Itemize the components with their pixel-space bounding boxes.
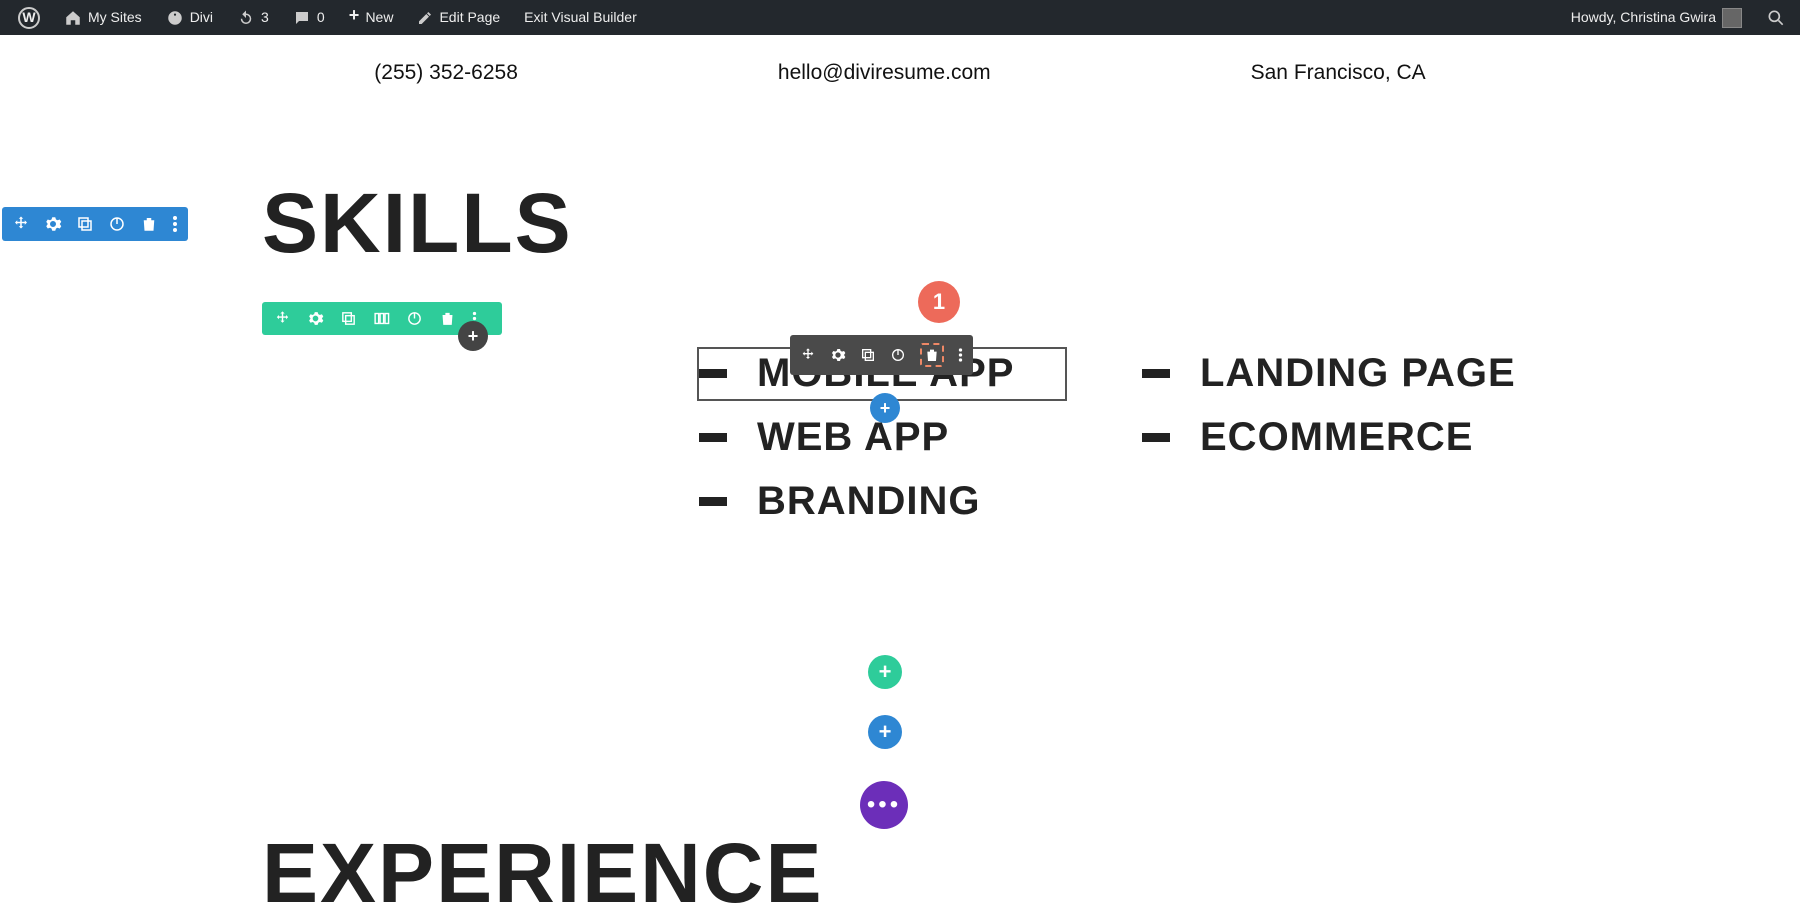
search-button[interactable] (1760, 0, 1792, 35)
dash-icon (1142, 369, 1170, 378)
comment-icon (293, 9, 311, 27)
wordpress-icon: W (18, 7, 40, 29)
site-label: Divi (190, 0, 213, 35)
skill-item[interactable]: WEB APP (699, 415, 949, 460)
page-content: (255) 352-6258 hello@diviresume.com San … (0, 35, 1800, 335)
my-sites-label: My Sites (88, 0, 142, 35)
gear-icon[interactable] (307, 310, 324, 327)
more-icon[interactable] (172, 215, 178, 233)
section-toolbar[interactable] (2, 207, 188, 241)
power-icon[interactable] (108, 215, 126, 233)
duplicate-icon[interactable] (76, 215, 94, 233)
avatar (1722, 8, 1742, 28)
duplicate-icon[interactable] (860, 347, 876, 363)
contact-row: (255) 352-6258 hello@diviresume.com San … (0, 55, 1800, 175)
gear-icon[interactable] (44, 215, 62, 233)
skill-label: ECOMMERCE (1200, 415, 1473, 460)
comments-count: 0 (317, 0, 325, 35)
new-label: New (365, 0, 393, 35)
gear-icon[interactable] (830, 347, 846, 363)
experience-heading: EXPERIENCE (262, 825, 824, 922)
move-icon[interactable] (12, 215, 30, 233)
skill-item[interactable]: LANDING PAGE (1142, 351, 1516, 396)
dash-icon (699, 433, 727, 442)
row-toolbar[interactable]: + (262, 302, 502, 335)
trash-icon[interactable] (920, 343, 944, 367)
skills-heading: SKILLS (262, 175, 1800, 272)
skill-label: LANDING PAGE (1200, 351, 1516, 396)
howdy-menu[interactable]: Howdy, Christina Gwira (1561, 0, 1752, 35)
divi-options-fab[interactable]: ••• (860, 781, 908, 829)
exit-vb-label: Exit Visual Builder (524, 0, 637, 35)
search-icon (1766, 8, 1786, 28)
skill-item[interactable]: BRANDING (699, 479, 981, 524)
columns-icon[interactable] (373, 310, 390, 327)
dash-icon (699, 497, 727, 506)
module-toolbar[interactable] (790, 335, 973, 375)
comments-menu[interactable]: 0 (283, 0, 335, 35)
new-menu[interactable]: + New (339, 0, 404, 35)
trash-icon[interactable] (439, 310, 456, 327)
location-text: San Francisco, CA (1251, 61, 1426, 85)
email-text: hello@diviresume.com (778, 61, 991, 85)
wp-logo[interactable]: W (8, 0, 50, 35)
trash-icon[interactable] (140, 215, 158, 233)
duplicate-icon[interactable] (340, 310, 357, 327)
skill-item[interactable]: ECOMMERCE (1142, 415, 1473, 460)
howdy-label: Howdy, Christina Gwira (1571, 0, 1716, 35)
wp-adminbar: W My Sites Divi 3 0 + New Edit Page Exit… (0, 0, 1800, 35)
phone-text: (255) 352-6258 (374, 61, 518, 85)
updates-count: 3 (261, 0, 269, 35)
dash-icon (699, 369, 727, 378)
my-sites-menu[interactable]: My Sites (54, 0, 152, 35)
move-icon[interactable] (800, 347, 816, 363)
gauge-icon (166, 9, 184, 27)
refresh-icon (237, 9, 255, 27)
more-icon[interactable] (958, 347, 963, 363)
callout-marker: 1 (918, 281, 960, 323)
site-menu[interactable]: Divi (156, 0, 223, 35)
skill-label: WEB APP (757, 415, 949, 460)
add-column-button[interactable]: + (458, 321, 488, 351)
power-icon[interactable] (406, 310, 423, 327)
add-module-button[interactable]: + (870, 393, 900, 423)
skill-label: BRANDING (757, 479, 981, 524)
pencil-icon (417, 10, 433, 26)
move-icon[interactable] (274, 310, 291, 327)
dash-icon (1142, 433, 1170, 442)
home-icon (64, 9, 82, 27)
plus-icon: + (349, 0, 360, 35)
exit-vb-link[interactable]: Exit Visual Builder (514, 0, 647, 35)
add-section-button[interactable]: + (868, 715, 902, 749)
power-icon[interactable] (890, 347, 906, 363)
add-row-button[interactable]: + (868, 655, 902, 689)
edit-page-label: Edit Page (439, 0, 500, 35)
edit-page-link[interactable]: Edit Page (407, 0, 510, 35)
updates-menu[interactable]: 3 (227, 0, 279, 35)
